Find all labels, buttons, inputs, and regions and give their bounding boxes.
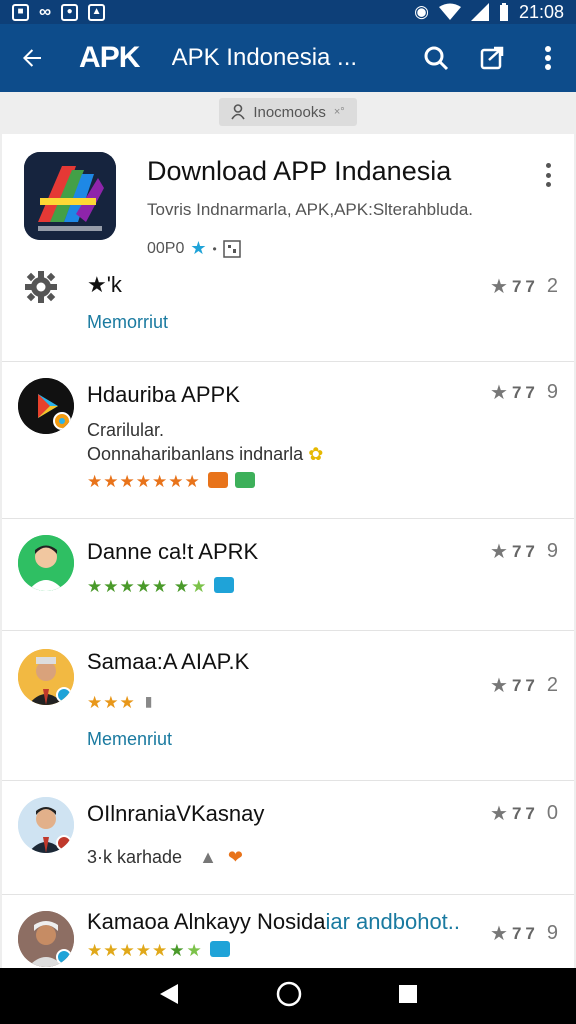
list-item[interactable]: Hdauriba APPK Crarilular. Oonnaharibanla… [2,362,574,519]
app-bar: APK APK Indonesia ... [0,24,576,92]
review-title-link[interactable]: iar andbohot.. [325,909,460,934]
overflow-menu-button[interactable] [520,24,576,92]
avatar [18,535,74,591]
filter-chip[interactable]: Inocmooks ×° [219,98,357,126]
person-avatar-icon [18,535,74,591]
flag-icon: ▮ [144,693,154,709]
review-title: Samaa:A AIAP.K [87,649,250,674]
list-item[interactable]: Danne ca!t APRK ★★★★★ ★ ★ ★ 77 9 [2,519,574,631]
rating-star-icon: ★ [490,675,508,697]
vibrate-icon: ◉ [414,2,429,21]
avatar [18,378,74,434]
review-title: Hdauriba APPK [87,382,240,407]
recents-square-icon [399,984,417,1003]
person-avatar-icon [18,911,74,967]
filter-chip-label: Inocmooks [253,103,326,121]
photo-icon [209,941,230,957]
person-avatar-icon [18,649,74,705]
battery-icon [499,3,508,21]
list-item[interactable]: Kamaoa Alnkayy Nosidaiar andbohot.. ★★★★… [2,895,574,968]
rating-star-icon: ★ [490,541,508,563]
gear-icon [25,271,57,303]
photo-icon [214,577,235,593]
summary-link[interactable]: Memorriut [87,312,168,333]
review-link[interactable]: Memenriut [87,729,172,750]
person-icon [231,104,245,120]
qr-code-icon [222,239,241,258]
review-line-1: 3·k karhade ▲ ❤ [87,847,244,867]
avatar [18,797,74,853]
rating-star-icon: ★ [490,923,508,945]
heart-icon: ❤ [227,847,244,867]
avatar [18,911,74,967]
nav-back-button[interactable] [158,982,180,1011]
review-line-1: Crarilular. [87,420,165,440]
message-notification-icon: ▲ [88,3,106,21]
rating-star-icon: ★ [490,803,508,825]
sync-notification-icon: ∞ [39,2,52,21]
nav-home-button[interactable] [276,981,302,1012]
app-meta-text: 00P0 [147,239,185,257]
signal-icon [470,3,489,21]
app-name: Download APP Indanesia [147,156,452,186]
review-rating: ★ 77 2 [490,674,558,697]
app-notification-icon: ● [61,3,79,21]
review-stars: ★★★★★★★ [87,941,230,961]
app-subtitle: Tovris Indnarmarla, APK,APK:Slterahbluda… [147,200,473,219]
review-title: OIlnraniaVKasnay [87,801,265,826]
review-rating: ★ 77 9 [490,540,558,563]
rating-star-icon: ★ [490,276,508,298]
rating-star-icon: ★ [490,382,508,404]
review-rating: ★ 77 9 [490,922,558,945]
review-rating: ★ 77 0 [490,802,558,825]
share-button[interactable] [464,24,520,92]
review-stars: ★★★★★★★ [87,472,255,492]
summary-label: ★'k [87,272,122,297]
status-bar: ■ ∞ ● ▲ ◉ 21:08 [0,0,576,24]
gallery-notification-icon: ■ [12,3,29,21]
app-icon[interactable] [24,152,116,240]
summary-count: 2 [546,275,558,297]
leaf-icon: ✿ [308,444,324,464]
review-title: Kamaoa Alnkayy Nosidaiar andbohot.. [87,909,461,934]
system-nav-bar [0,968,576,1024]
apk-logo: APK [79,41,140,74]
home-circle-icon [276,981,302,1006]
app-detail-card: Download APP Indanesia Tovris Indnarmarl… [2,134,574,968]
comment-icon [207,472,228,488]
summary-rating: ★ 77 2 [490,275,558,298]
search-button[interactable] [408,24,464,92]
app-logo-icon [24,152,116,240]
video-icon [234,472,255,488]
star-icon: ★ [190,238,207,258]
search-icon [424,46,449,71]
review-rating: ★ 77 9 [490,381,558,404]
app-options-button[interactable] [536,160,560,190]
review-title: Danne ca!t APRK [87,539,259,564]
app-bar-title: APK Indonesia ... [171,44,358,71]
nav-recents-button[interactable] [398,984,418,1009]
clock: 21:08 [518,1,564,22]
list-item[interactable]: OIlnraniaVKasnay 3·k karhade ▲ ❤ ★ 77 0 [2,781,574,895]
avatar [18,649,74,705]
play-store-icon [18,378,74,434]
more-vertical-icon [545,46,551,70]
back-button[interactable] [0,24,63,92]
wifi-icon [438,3,461,20]
app-header: Download APP Indanesia Tovris Indnarmarl… [2,134,574,262]
summary-row[interactable]: ★'k Memorriut ★ 77 2 [2,262,574,362]
app-meta: 00P0 ★ • [147,238,241,259]
review-stars: ★★★★★ ★ ★ [87,577,235,597]
review-line-2: Oonnaharibanlans indnarla ✿ [87,444,324,464]
filter-chip-extra: ×° [333,106,345,118]
share-icon [480,46,504,70]
back-triangle-icon [160,983,178,1004]
person-avatar-icon [18,797,74,853]
dot-separator: • [212,241,217,256]
tag-icon: ▲ [199,847,217,867]
arrow-left-icon [22,49,41,67]
review-stars: ★★★ ▮ [87,693,154,712]
list-item[interactable]: Samaa:A AIAP.K ★★★ ▮ Memenriut ★ 77 2 [2,631,574,781]
